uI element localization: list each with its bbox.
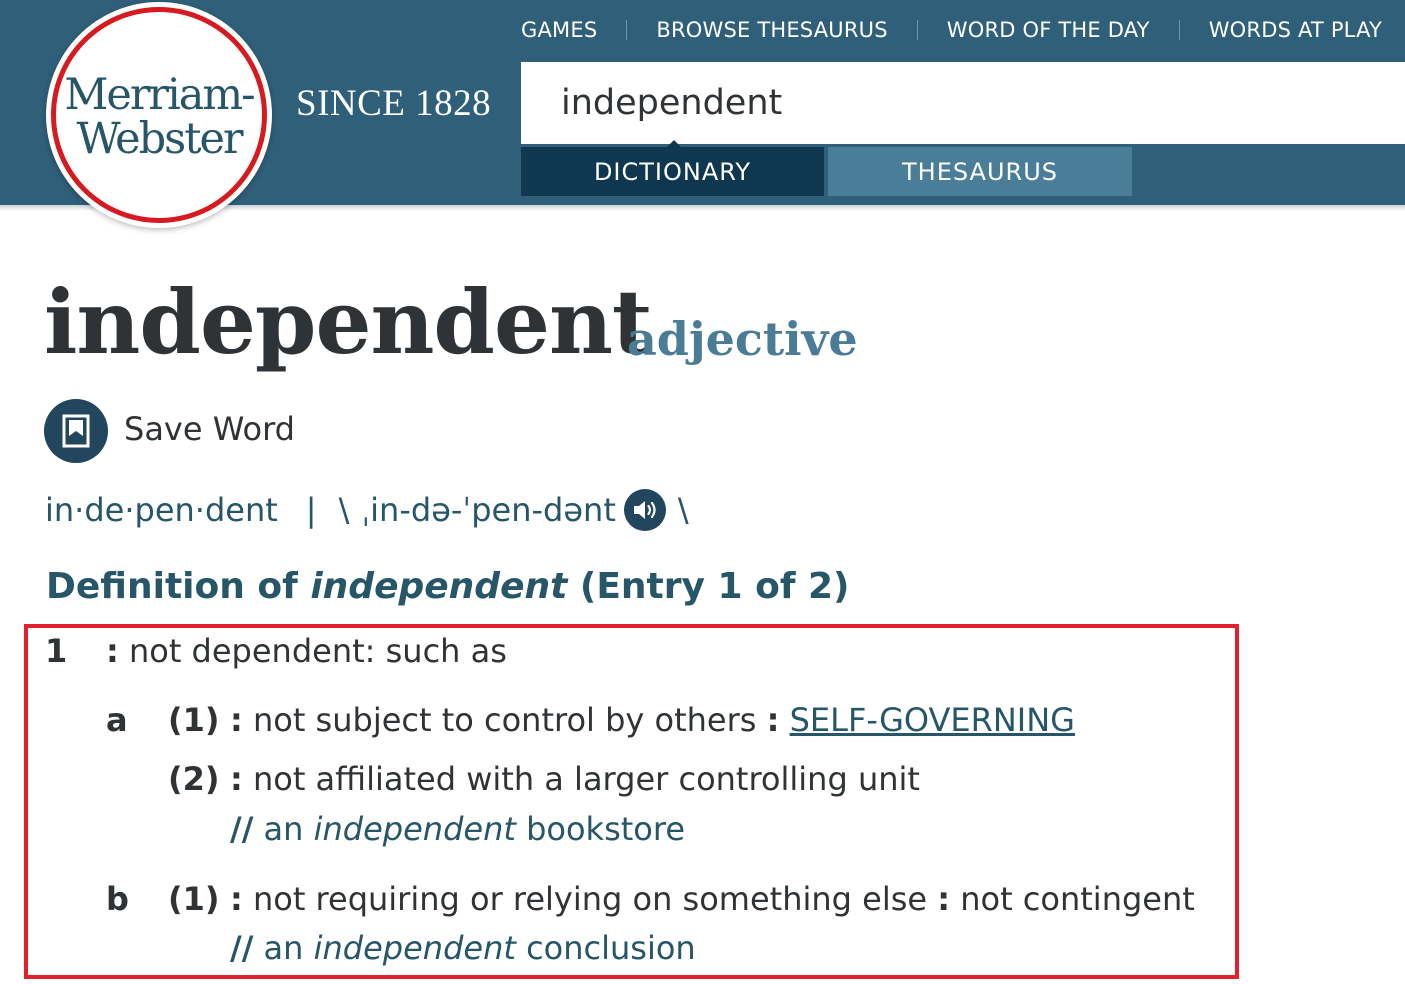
definition-text: : not affiliated with a larger controlli… (230, 760, 920, 798)
headword: independent (44, 270, 653, 374)
pron-open-slash: \ (338, 491, 350, 529)
search-box (521, 62, 1405, 144)
since-tagline: SINCE 1828 (296, 83, 492, 124)
nav-divider (916, 20, 918, 40)
def-heading-prefix: Definition of (46, 566, 311, 607)
bookmark-icon (62, 414, 90, 448)
synonym-link-self-governing[interactable]: SELF-GOVERNING (790, 701, 1075, 739)
example-post: conclusion (515, 929, 696, 967)
definition-body: not affiliated with a larger controlling… (242, 760, 920, 798)
nav-divider (1178, 20, 1180, 40)
subsense-number: (1) (168, 880, 220, 918)
audio-play-button[interactable] (623, 489, 666, 531)
syllabification: in·de·pen·dent (45, 491, 278, 529)
definition-text: : not dependent: such as (106, 632, 507, 670)
subsense-number: (2) (168, 760, 220, 798)
definition-heading: Definition of independent (Entry 1 of 2) (46, 566, 850, 607)
nav-games[interactable]: GAMES (521, 18, 597, 42)
example-pre: an (253, 810, 314, 848)
logo-text-line2: Webster (76, 114, 243, 164)
sense-number: 1 (45, 632, 68, 670)
tab-dictionary[interactable]: DICTIONARY (521, 147, 824, 196)
save-word-button[interactable] (44, 399, 108, 463)
example-marks: // (230, 810, 254, 848)
usage-example: // an independent bookstore (230, 810, 685, 848)
pron-separator: | (305, 491, 317, 529)
pronunciation-row: in·de·pen·dent | \ ˌin-də-ˈpen-dənt \ (45, 489, 689, 531)
sense-letter: b (106, 880, 129, 918)
example-word: independent (313, 929, 516, 967)
usage-example: // an independent conclusion (230, 929, 696, 967)
definition-body: not dependent: such as (118, 632, 507, 670)
part-of-speech[interactable]: adjective (627, 312, 858, 366)
example-post: bookstore (515, 810, 685, 848)
definition-body: not subject to control by others (242, 701, 767, 739)
definition-colon: : (766, 701, 780, 739)
tab-thesaurus[interactable]: THESAURUS (828, 147, 1132, 196)
nav-divider (626, 20, 628, 40)
top-nav: GAMES BROWSE THESAURUS WORD OF THE DAY W… (521, 16, 1382, 44)
pron-close-slash: \ (677, 491, 689, 529)
logo-text-line1: Merriam- (64, 70, 255, 120)
definition-text: : not subject to control by others : SEL… (230, 701, 1075, 739)
speaker-icon (633, 501, 656, 519)
highlighted-definition-box (24, 624, 1239, 979)
def-heading-word: independent (310, 566, 568, 607)
definition-text: : not requiring or relying on something … (230, 880, 1195, 918)
nav-words-at-play[interactable]: WORDS AT PLAY (1209, 18, 1382, 42)
definition-colon: : (230, 880, 243, 918)
def-heading-suffix: (Entry 1 of 2) (567, 566, 850, 607)
definition-colon: : (106, 632, 119, 670)
pronunciation: ˌin-də-ˈpen-dənt (361, 491, 616, 529)
definition-body: not requiring or relying on something el… (242, 880, 938, 918)
example-marks: // (230, 929, 254, 967)
example-pre: an (253, 929, 314, 967)
definition-body: not contingent (950, 880, 1195, 918)
nav-browse-thesaurus[interactable]: BROWSE THESAURUS (656, 18, 887, 42)
search-input[interactable] (561, 80, 1381, 126)
definition-colon: : (937, 880, 951, 918)
example-word: independent (313, 810, 516, 848)
definition-colon: : (230, 760, 243, 798)
subsense-number: (1) (168, 701, 220, 739)
merriam-webster-logo[interactable]: Merriam- Webster (46, 2, 272, 228)
sense-letter: a (106, 701, 128, 739)
save-word-label[interactable]: Save Word (124, 410, 295, 448)
nav-word-of-the-day[interactable]: WORD OF THE DAY (947, 18, 1150, 42)
definition-colon: : (230, 701, 243, 739)
